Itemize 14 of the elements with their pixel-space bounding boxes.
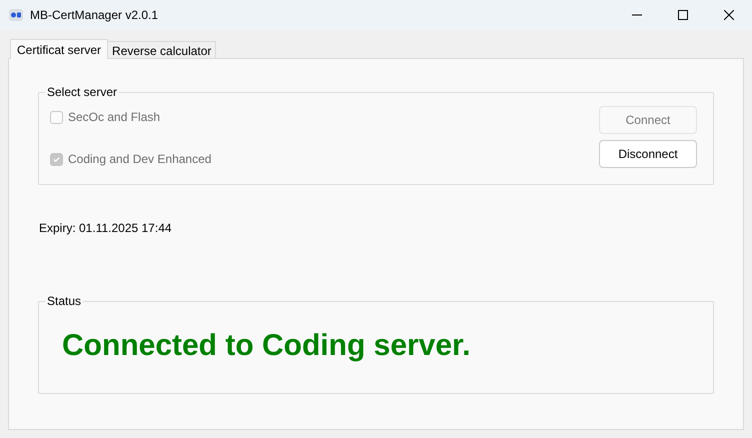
maximize-icon	[678, 10, 688, 20]
tab[interactable]: Certificat server	[10, 39, 108, 59]
group-title: Status	[45, 294, 84, 308]
action-button[interactable]: Disconnect	[599, 140, 697, 168]
tab[interactable]: Reverse calculator	[107, 41, 216, 58]
group-title: Select server	[45, 85, 120, 99]
check-icon	[52, 154, 61, 164]
close-icon	[724, 10, 734, 20]
status-message: Connected to Coding server.	[62, 329, 470, 362]
app-icon	[9, 9, 23, 21]
checkbox-label: SecOc and Flash	[68, 109, 160, 126]
checkbox-label: Coding and Dev Enhanced	[68, 151, 212, 168]
expiry-text: Expiry: 01.11.2025 17:44	[39, 221, 173, 235]
window-title: MB-CertManager v2.0.1	[30, 7, 158, 24]
